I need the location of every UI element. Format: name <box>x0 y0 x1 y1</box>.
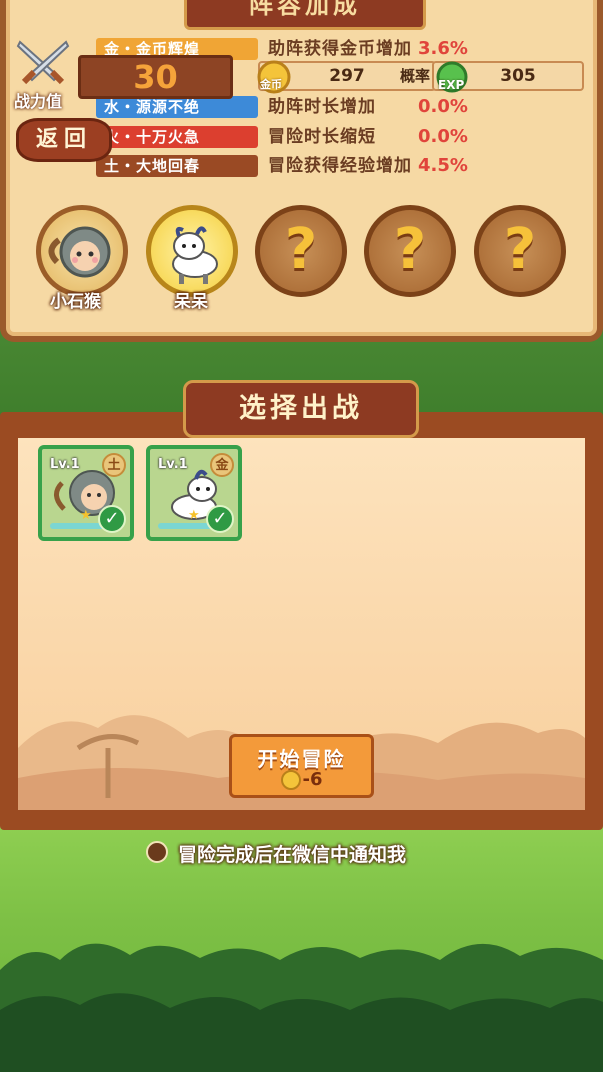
bonus-desc: 冒险获得经验增加 <box>268 156 412 176</box>
cost-value: -6 <box>302 769 323 790</box>
bonus-value: 0.0% <box>418 96 468 117</box>
bonus-tag: 火・十万火急 <box>96 126 258 148</box>
coin-value: 297 <box>329 66 365 86</box>
coin-label: 金币 <box>260 78 282 91</box>
coin-counter: 金币 297 概率 <box>257 60 436 94</box>
lineup-slot-1[interactable] <box>36 205 128 297</box>
bonus-row-water: 水・源源不绝 助阵时长增加 0.0% <box>96 96 586 120</box>
card-progress-bar <box>50 523 106 529</box>
bushes-decoration <box>0 943 603 1072</box>
coin-icon <box>280 770 301 790</box>
power-value: 30 <box>78 55 233 99</box>
check-icon: ✓ <box>206 505 234 533</box>
start-cost: -6 <box>232 769 371 790</box>
card-level: Lv.1 <box>158 457 188 472</box>
bonus-row-fire: 火・十万火急 冒险时长缩短 0.0% <box>96 126 586 150</box>
back-button[interactable]: 返回 <box>16 118 112 162</box>
lineup-slot-2[interactable] <box>146 205 238 297</box>
bonus-desc: 冒险时长缩短 <box>268 127 376 147</box>
check-icon: ✓ <box>98 505 126 533</box>
start-adventure-label: 开始冒险 <box>257 747 346 771</box>
notify-label: 冒险完成后在微信中通知我 <box>178 844 407 866</box>
element-badge: 土 <box>102 453 126 477</box>
card-progress-bar <box>158 523 214 529</box>
start-adventure-button[interactable]: 开始冒险 -6 <box>229 734 374 798</box>
exp-counter: EXP 305 <box>432 61 584 93</box>
pet-card-cow[interactable]: Lv.1 金 ★ ✓ <box>146 445 242 541</box>
power-label: 战力值 <box>14 92 63 111</box>
coin-overlap-text: 概率 <box>400 67 431 85</box>
bonus-row-earth: 土・大地回春 冒险获得经验增加 4.5% <box>96 155 586 179</box>
slot-name: 小石猴 <box>50 292 101 312</box>
element-badge: 金 <box>210 453 234 477</box>
bonus-tag: 土・大地回春 <box>96 155 258 177</box>
lineup-slot-4-empty[interactable]: ? <box>364 205 456 297</box>
card-level: Lv.1 <box>50 457 80 472</box>
pet-card-monkey[interactable]: Lv.1 土 ★ ✓ <box>38 445 134 541</box>
slot-name: 呆呆 <box>174 292 208 312</box>
exp-label: EXP <box>438 78 465 92</box>
cow-icon <box>172 226 218 284</box>
crossed-swords-icon <box>16 40 70 85</box>
star-icon: ★ <box>80 508 92 523</box>
bonus-desc: 助阵时长增加 <box>268 97 376 117</box>
lineup-slot-5-empty[interactable]: ? <box>474 205 566 297</box>
star-icon: ★ <box>188 508 200 523</box>
exp-value: 305 <box>500 66 536 86</box>
radio-button[interactable] <box>146 841 168 863</box>
select-battle-title: 选择出战 <box>183 380 419 438</box>
bonus-value: 4.5% <box>418 155 468 176</box>
panel-title: 阵容加成 <box>184 0 426 30</box>
lineup-slot-3-empty[interactable]: ? <box>255 205 347 297</box>
bonus-tag: 水・源源不绝 <box>96 96 258 118</box>
bonus-value: 0.0% <box>418 126 468 147</box>
monkey-icon <box>48 226 111 278</box>
